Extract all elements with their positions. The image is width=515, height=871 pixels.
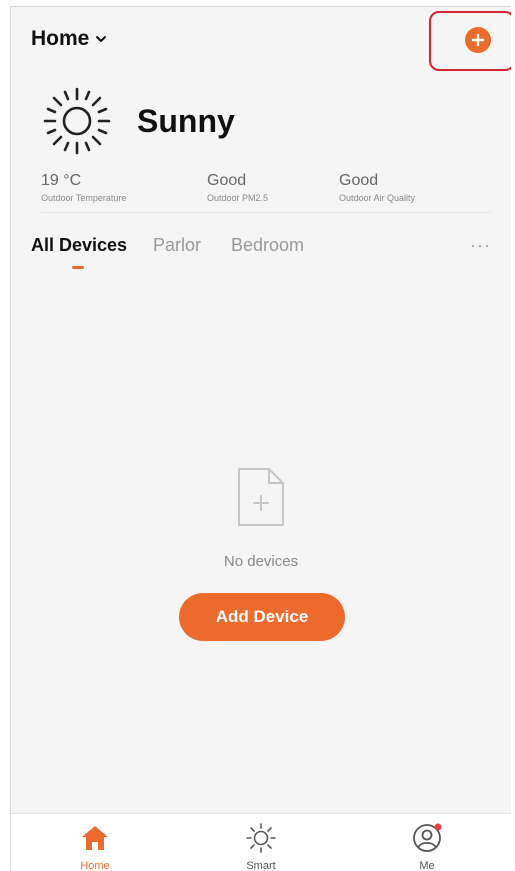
stat-value: Good — [207, 172, 247, 189]
stat-pm25: Good Outdoor PM2.5 — [207, 172, 268, 203]
outdoor-stats: 19 °C Outdoor Temperature Good Outdoor P… — [41, 172, 491, 213]
stat-value: Good — [339, 172, 379, 189]
weather: Sunny — [41, 85, 235, 157]
home-title: Home — [31, 27, 90, 50]
bottom-navigation: Home Smart Me — [11, 813, 511, 871]
empty-state-text: No devices — [223, 553, 299, 570]
notification-dot — [434, 823, 442, 831]
profile-icon — [413, 823, 442, 852]
nav-me[interactable]: Me — [387, 822, 467, 871]
nav-home[interactable]: Home — [55, 822, 135, 871]
active-tab-indicator — [72, 266, 84, 269]
stat-air-quality: Good Outdoor Air Quality — [339, 172, 415, 203]
tab-bedroom[interactable]: Bedroom — [231, 235, 304, 256]
nav-label: Home — [80, 860, 110, 871]
weather-condition: Sunny — [137, 102, 235, 139]
header: Home — [11, 7, 511, 71]
stat-value: 19 °C — [41, 172, 82, 189]
tab-all-devices[interactable]: All Devices — [31, 235, 127, 256]
stat-label: Outdoor Air Quality — [339, 193, 416, 203]
stat-label: Outdoor PM2.5 — [207, 193, 269, 203]
nav-label: Me — [419, 860, 435, 871]
stat-label: Outdoor Temperature — [41, 193, 127, 203]
tab-parlor[interactable]: Parlor — [153, 235, 201, 256]
home-selector[interactable]: Home — [31, 27, 107, 51]
home-icon — [82, 826, 108, 850]
plus-icon — [471, 33, 485, 47]
add-document-icon — [238, 468, 284, 526]
nav-smart[interactable]: Smart — [221, 822, 301, 871]
more-options-button[interactable]: ··· — [470, 235, 491, 256]
add-device-button[interactable]: Add Device — [179, 593, 345, 641]
empty-state: No devices — [11, 465, 511, 570]
sun-icon — [246, 823, 276, 853]
app-screen: Home Sunny 19 °C Outdoor Temperature Goo… — [10, 6, 511, 871]
chevron-down-icon — [96, 36, 107, 42]
add-button[interactable] — [465, 27, 491, 53]
sun-icon — [43, 87, 111, 155]
nav-label: Smart — [246, 860, 276, 871]
stat-temperature: 19 °C Outdoor Temperature — [41, 172, 126, 203]
room-tabs: All Devices Parlor Bedroom ··· — [31, 235, 491, 275]
